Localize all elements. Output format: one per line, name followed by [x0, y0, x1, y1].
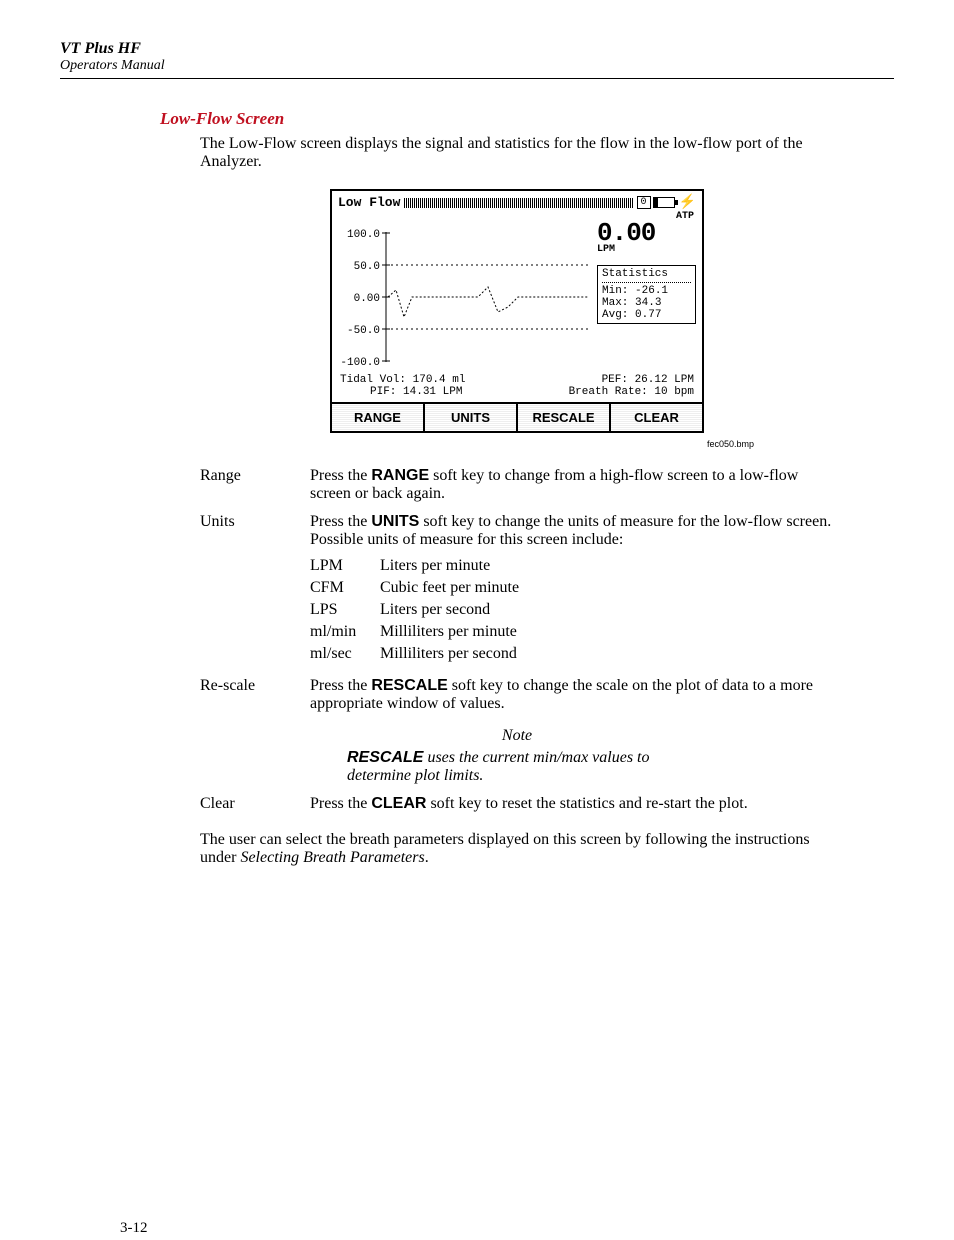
def-range-body: Press the RANGE soft key to change from … [310, 467, 834, 503]
unit-val: Liters per second [380, 601, 490, 619]
note-key: RESCALE [347, 749, 423, 766]
unit-key: ml/sec [310, 645, 380, 663]
stat-min: -26.1 [635, 285, 668, 297]
lcd-params: Tidal Vol: 170.4 ml PEF: 26.12 LPM PIF: … [332, 372, 702, 402]
param-br: 10 bpm [654, 386, 694, 398]
battery-icon [653, 197, 675, 208]
unit-val: Liters per minute [380, 557, 490, 575]
def-range: Range Press the RANGE soft key to change… [200, 467, 834, 503]
stat-max-label: Max: [602, 297, 628, 309]
header-title: VT Plus HF [60, 40, 894, 58]
param-tidal: 170.4 ml [413, 374, 466, 386]
def-units-term: Units [200, 513, 310, 667]
lcd-plot-area: 100.0 50.0 0.00 -50.0 -100.0 [338, 222, 593, 372]
stat-avg-label: Avg: [602, 309, 628, 321]
page-header: VT Plus HF Operators Manual [60, 40, 894, 79]
lcd-title: Low Flow [338, 195, 400, 210]
stat-avg: 0.77 [635, 309, 661, 321]
param-pef: 26.12 LPM [635, 374, 694, 386]
def-rescale-term: Re-scale [200, 677, 310, 713]
softkey-clear[interactable]: CLEAR [611, 404, 702, 431]
section-intro: The Low-Flow screen displays the signal … [200, 135, 834, 171]
unit-key: CFM [310, 579, 380, 597]
def-units-body: Press the UNITS soft key to change the u… [310, 513, 834, 667]
key-units: UNITS [371, 513, 419, 530]
page-number: 3-12 [120, 1220, 148, 1237]
plug-icon: ⚡ [679, 194, 696, 211]
param-tidal-label: Tidal Vol: [340, 374, 406, 386]
note-body: RESCALE uses the current min/max values … [347, 749, 687, 785]
stat-max: 34.3 [635, 297, 661, 309]
softkey-range[interactable]: RANGE [332, 404, 425, 431]
param-pif: 14.31 LPM [403, 386, 462, 398]
ytick-2: 0.00 [354, 293, 380, 305]
lcd-screen: Low Flow 0 ⚡ ATP 100.0 50.0 0.00 -50.0 -… [330, 189, 704, 433]
param-br-label: Breath Rate: [569, 386, 648, 398]
lcd-softkey-row: RANGE UNITS RESCALE CLEAR [332, 402, 702, 431]
closing-em: Selecting Breath Parameters [240, 849, 424, 866]
def-clear: Clear Press the CLEAR soft key to reset … [200, 795, 834, 813]
stat-min-label: Min: [602, 285, 628, 297]
def-units: Units Press the UNITS soft key to change… [200, 513, 834, 667]
ytick-1: 50.0 [354, 261, 380, 273]
ytick-3: -50.0 [347, 325, 380, 337]
key-clear: CLEAR [371, 795, 426, 812]
unit-val: Cubic feet per minute [380, 579, 519, 597]
softkey-units[interactable]: UNITS [425, 404, 518, 431]
def-clear-term: Clear [200, 795, 310, 813]
ytick-0: 100.0 [347, 229, 380, 241]
softkey-rescale[interactable]: RESCALE [518, 404, 611, 431]
def-clear-body: Press the CLEAR soft key to reset the st… [310, 795, 834, 813]
unit-key: LPM [310, 557, 380, 575]
lcd-stats-title: Statistics [602, 268, 691, 283]
figure-caption: fec050.bmp [200, 439, 754, 449]
param-pif-label: PIF: [370, 386, 396, 398]
def-rescale: Re-scale Press the RESCALE soft key to c… [200, 677, 834, 713]
lcd-title-stripe [404, 198, 632, 208]
lcd-stats-box: Statistics Min: -26.1 Max: 34.3 Avg: 0.7… [597, 265, 696, 324]
note-label: Note [200, 727, 834, 745]
ytick-4: -100.0 [340, 357, 380, 369]
unit-key: ml/min [310, 623, 380, 641]
header-subtitle: Operators Manual [60, 58, 894, 74]
def-range-term: Range [200, 467, 310, 503]
closing-paragraph: The user can select the breath parameter… [200, 831, 834, 867]
lcd-reading-value: 0.00 [597, 222, 696, 244]
param-pef-label: PEF: [602, 374, 628, 386]
units-list: LPMLiters per minute CFMCubic feet per m… [310, 557, 834, 663]
lcd-top-indicator: 0 [637, 196, 651, 209]
lcd-figure: Low Flow 0 ⚡ ATP 100.0 50.0 0.00 -50.0 -… [200, 189, 834, 433]
unit-val: Milliliters per second [380, 645, 517, 663]
key-rescale: RESCALE [371, 677, 447, 694]
section-heading: Low-Flow Screen [160, 109, 894, 129]
unit-key: LPS [310, 601, 380, 619]
def-rescale-body: Press the RESCALE soft key to change the… [310, 677, 834, 713]
unit-val: Milliliters per minute [380, 623, 517, 641]
key-range: RANGE [371, 467, 429, 484]
note-block: Note RESCALE uses the current min/max va… [200, 727, 834, 785]
